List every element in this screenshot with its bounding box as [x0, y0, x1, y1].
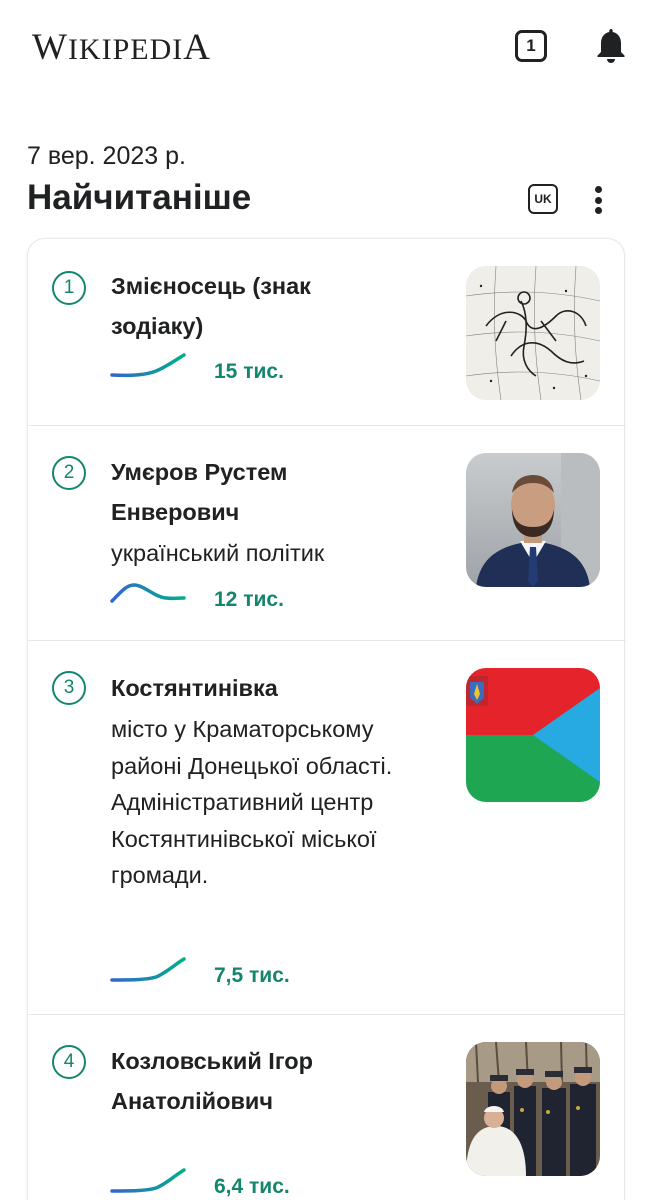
article-title[interactable]: Костянтинівка [111, 668, 381, 708]
article-description: місто у Краматорському районі Донецької … [111, 716, 393, 888]
view-count: 7,5 тис. [214, 964, 290, 987]
most-read-card: 1 Змієносець (знак зодіаку) 15 тис. 2 Ум… [27, 238, 626, 1200]
rank-badge: 3 [52, 671, 86, 705]
language-code: UK [534, 192, 552, 206]
section-title: Найчитаніше [27, 178, 252, 217]
list-item[interactable]: 3 Костянтинівка місто у Краматорському р… [28, 641, 626, 1015]
rank-badge: 1 [52, 271, 86, 305]
article-thumbnail[interactable] [466, 668, 600, 802]
tabs-count: 1 [526, 36, 536, 55]
feed-date: 7 вер. 2023 р. [27, 142, 186, 170]
wikipedia-wordmark: WIKIPEDIA [32, 27, 211, 68]
article-thumbnail[interactable] [466, 453, 600, 587]
list-item[interactable]: 1 Змієносець (знак зодіаку) 15 тис. [28, 239, 626, 426]
trend-sparkline [110, 583, 186, 603]
article-thumbnail[interactable] [466, 266, 600, 400]
article-thumbnail[interactable] [466, 1042, 600, 1176]
trend-sparkline [110, 957, 186, 982]
view-count: 6,4 тис. [214, 1175, 290, 1198]
view-count: 15 тис. [214, 360, 284, 383]
notifications-bell-icon[interactable] [594, 26, 628, 64]
rank-badge: 2 [52, 456, 86, 490]
list-item[interactable]: 4 Козловський Ігор Анатолійович 6,4 тис. [28, 1015, 626, 1200]
article-title[interactable]: Умєров Рустем Енверович [111, 452, 381, 532]
wikipedia-logo[interactable]: WIKIPEDIA [32, 26, 211, 69]
language-button[interactable]: UK [528, 184, 558, 214]
rank-badge: 4 [52, 1045, 86, 1079]
view-count: 12 тис. [214, 588, 284, 611]
top-app-bar: WIKIPEDIA 1 [0, 0, 651, 92]
list-item[interactable]: 2 Умєров Рустем Енверович український по… [28, 426, 626, 641]
trend-sparkline [110, 1168, 186, 1193]
trend-sparkline [110, 353, 186, 378]
article-title[interactable]: Козловський Ігор Анатолійович [111, 1041, 371, 1121]
article-description: український політик [111, 540, 325, 566]
article-title[interactable]: Змієносець (знак зодіаку) [111, 266, 381, 346]
tabs-button[interactable]: 1 [515, 30, 547, 62]
overflow-menu-icon[interactable] [588, 184, 608, 216]
